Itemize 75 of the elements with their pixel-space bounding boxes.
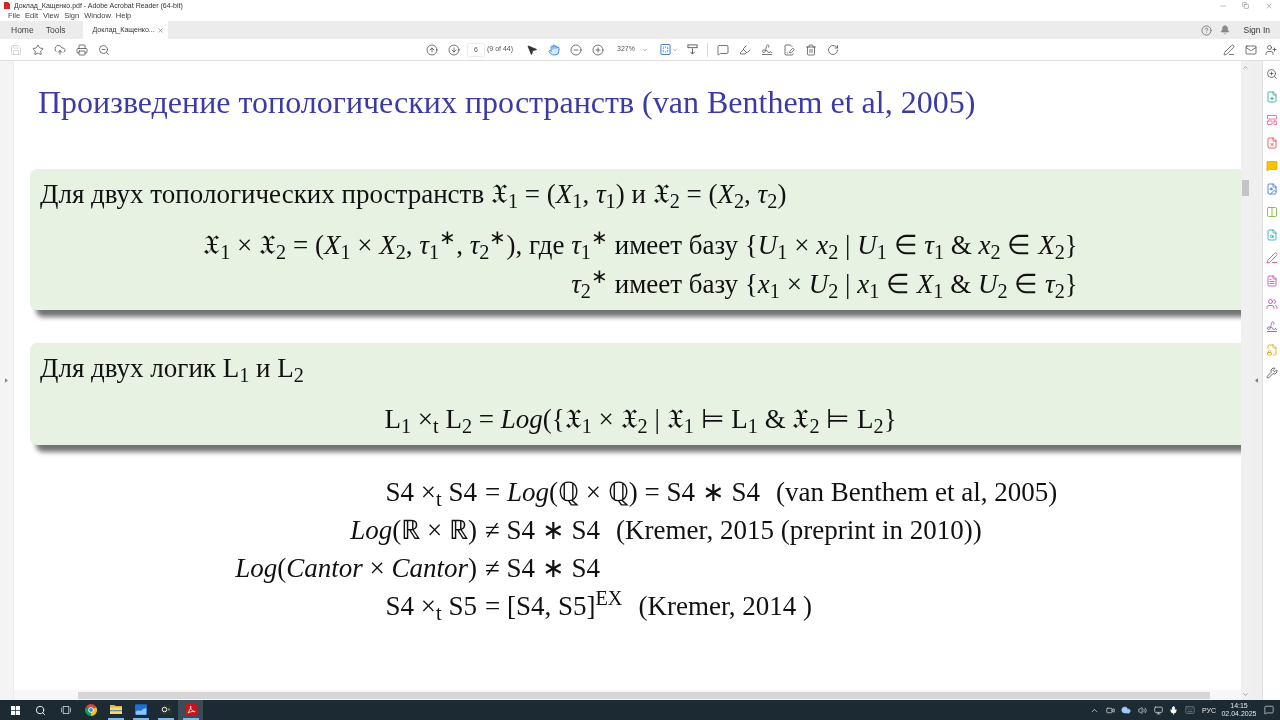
signature-icon[interactable] xyxy=(1265,321,1278,333)
circle-dot-app-icon[interactable] xyxy=(159,704,172,715)
formula-text: τ$_{2}$$^{∗}$ имеет базу {x$_{1}$ × U$_{2}$ | x$_{1}$ ∈ X$_{1}$ & U$_{2}$ ∈ τ$_{2}$} xyxy=(571,269,1078,299)
citation-text: (Kremer, 2015 (preprint in 2010)) xyxy=(616,515,982,545)
pen-icon[interactable] xyxy=(1265,252,1278,264)
file-search-icon[interactable] xyxy=(1265,229,1278,241)
slide-title: Произведение топологических пространств (van Benthem et al, 2005) xyxy=(38,83,976,121)
file-plus-icon[interactable] xyxy=(1265,91,1278,103)
star-icon[interactable] xyxy=(32,43,44,56)
scrollbar-thumb[interactable] xyxy=(1242,180,1249,196)
left-arrow-icon[interactable] xyxy=(1254,378,1258,383)
notification-icon[interactable] xyxy=(1264,705,1274,715)
citation-text: (van Benthem et al, 2005) xyxy=(776,477,1058,507)
formula-text: ≠ S4 ∗ S4 xyxy=(485,553,601,583)
formula-text: L$_{1}$ ×$_{t}$ L$_{2}$ = Log({𝔛$_{1}$ × 𝔛$_{2}$ | 𝔛$_{1}$ ⊨ L$_{1}$ & 𝔛$_{2}$ ⊨ L$_{2}$} xyxy=(384,404,897,434)
formula-text: Log(ℝ × ℝ) xyxy=(350,515,477,545)
formula-text: = Log(ℚ × ℚ) = S4 ∗ S4 xyxy=(485,477,760,507)
zoom-in-icon[interactable] xyxy=(592,43,605,56)
columns-icon[interactable] xyxy=(1265,206,1278,218)
highlighter-icon[interactable] xyxy=(739,43,752,56)
zoom-out-icon[interactable] xyxy=(98,43,110,56)
formula-text: = [S4, S5]$^{EX}$ xyxy=(485,591,623,621)
formula-text: S4 ×$_{t}$ S4 xyxy=(385,477,477,507)
scrollbar-thumb[interactable] xyxy=(78,691,1210,699)
help-icon[interactable] xyxy=(1200,24,1212,36)
image-file-icon[interactable] xyxy=(1265,183,1278,195)
scroll-mode-icon[interactable] xyxy=(686,44,698,55)
print-icon[interactable] xyxy=(76,43,88,56)
restore-icon[interactable] xyxy=(1242,2,1249,9)
rotate-icon[interactable] xyxy=(827,43,840,56)
windows-logo-icon[interactable] xyxy=(11,705,20,715)
file-x-icon[interactable] xyxy=(1265,137,1278,149)
video-camera-icon[interactable] xyxy=(1105,705,1115,715)
pdf-reader-icon[interactable] xyxy=(184,704,197,716)
add-user-icon[interactable] xyxy=(1265,43,1277,56)
wrench-icon[interactable] xyxy=(1265,367,1278,379)
document-icon[interactable] xyxy=(1265,275,1278,287)
keyboard-icon[interactable] xyxy=(1184,705,1195,715)
task-view-icon[interactable] xyxy=(60,706,71,714)
cloud-icon[interactable] xyxy=(1121,705,1131,715)
file-edit-icon[interactable] xyxy=(783,43,796,56)
trash-icon[interactable] xyxy=(805,43,818,56)
close-tab-icon[interactable] xyxy=(156,26,164,34)
citation-text: (Kremer, 2014 ) xyxy=(638,591,813,621)
microphone-icon[interactable] xyxy=(1169,705,1178,715)
browser-icon[interactable] xyxy=(84,704,97,716)
signature-icon[interactable] xyxy=(761,43,774,56)
formula-text: S4 ×$_{t}$ S5 xyxy=(385,591,477,621)
search-icon[interactable] xyxy=(35,704,46,716)
formula-text: Log(Cantor × Cantor) xyxy=(235,553,477,583)
fit-page-icon[interactable] xyxy=(659,44,671,55)
block-intro-text: Для двух топологических пространств 𝔛$_{1}$ = (X$_{1}$, τ$_{1}$) и 𝔛$_{2}$ = (X$_{2}$, τ$_{2}$) xyxy=(40,179,787,209)
bell-icon[interactable] xyxy=(1219,25,1230,35)
users-icon[interactable] xyxy=(1265,298,1278,310)
pdf-file-icon xyxy=(4,2,10,9)
sign-in-link[interactable]: Sign In xyxy=(1243,23,1270,37)
mail-icon[interactable] xyxy=(1245,43,1257,56)
folder-icon[interactable] xyxy=(109,704,122,714)
layout-icon[interactable] xyxy=(1265,114,1278,126)
comment-icon[interactable] xyxy=(717,43,730,56)
zoom-out-icon[interactable] xyxy=(570,43,583,56)
previous-page-icon[interactable] xyxy=(426,43,438,56)
wave-tile-icon[interactable] xyxy=(134,704,147,715)
hand-icon[interactable] xyxy=(548,43,561,56)
cloud-upload-icon[interactable] xyxy=(54,43,66,56)
next-page-icon[interactable] xyxy=(448,43,460,56)
formula-text: 𝔛$_{1}$ × 𝔛$_{2}$ = (X$_{1}$ × X$_{2}$, τ$_{1}$$^{∗}$, τ$_{2}$$^{∗}$), где τ$_{1}$$^{∗}$ имеет базу {U$_{1}$ × x$_{2}$ | U$_{1}$ ∈ τ$_{1}$ & x$_{2}$ ∈ X$_{2}$} xyxy=(203,230,1078,260)
block-intro-text: Для двух логик L$_{1}$ и L$_{2}$ xyxy=(40,353,304,383)
volume-icon[interactable] xyxy=(1137,705,1147,715)
edit-pen-icon[interactable] xyxy=(1223,43,1235,56)
zoom-in-icon[interactable] xyxy=(1265,68,1278,80)
monitor-icon[interactable] xyxy=(1153,705,1163,715)
formula-text: ≠ S4 ∗ S4 xyxy=(485,515,601,545)
pointer-icon[interactable] xyxy=(526,43,539,56)
right-arrow-icon[interactable] xyxy=(5,378,8,383)
